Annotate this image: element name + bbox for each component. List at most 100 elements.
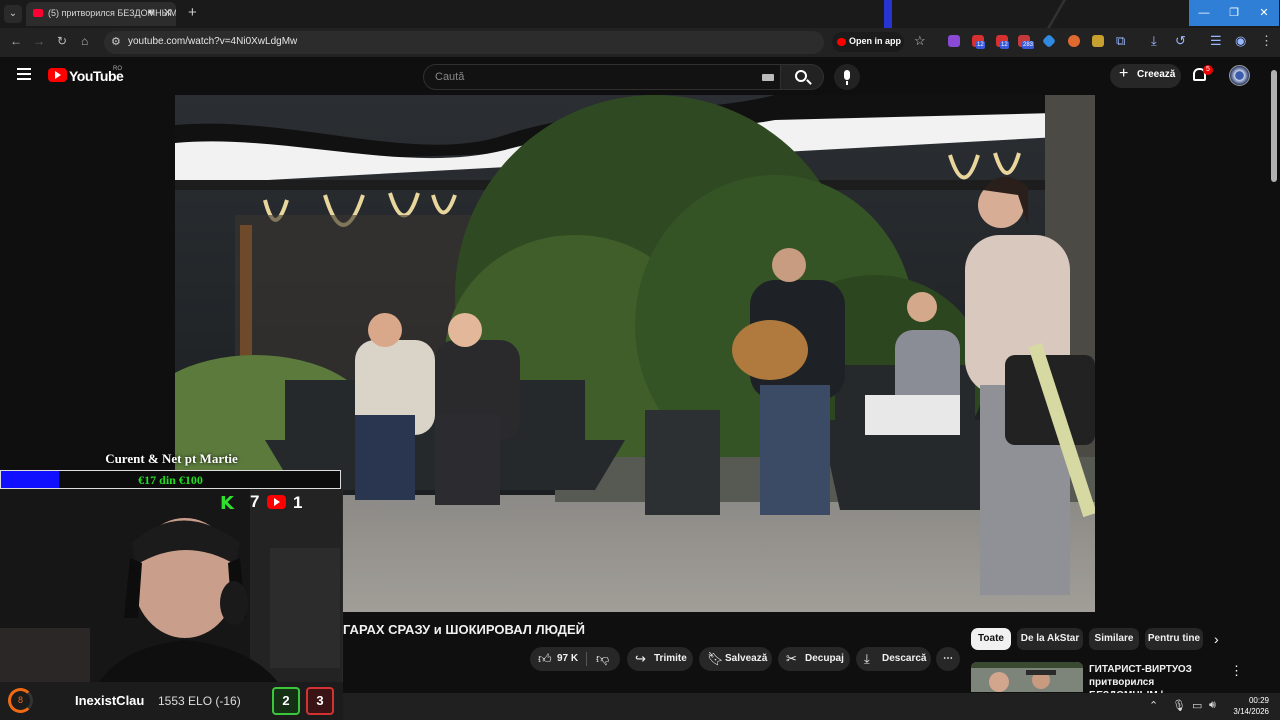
download-label: Descarcă	[882, 653, 927, 664]
extension-red-icon[interactable]: 12	[972, 35, 985, 49]
clock-time: 00:29	[1248, 696, 1269, 705]
share-icon: ↪	[635, 651, 646, 666]
wallpaper-decoration	[1020, 0, 1110, 28]
tab-close-icon[interactable]: ✕	[163, 6, 172, 19]
like-separator	[586, 652, 587, 666]
clock-date: 3/14/2026	[1233, 707, 1269, 716]
tray-chevron-icon[interactable]: ⌃	[1149, 699, 1158, 712]
taskbar: ⌃ 🎙︎ ▭ 🔊︎ 00:29 3/14/2026	[343, 693, 1280, 720]
address-bar[interactable]: ⚙ youtube.com/watch?v=4Ni0XwLdgMw	[104, 31, 824, 54]
downloads-icon[interactable]: ⤓	[1151, 33, 1157, 49]
history-icon[interactable]: ↺	[1175, 33, 1186, 49]
like-count[interactable]: 97 K	[557, 647, 578, 671]
youtube-header: YouTube RO Caută + Creează 5	[0, 57, 1268, 95]
save-button[interactable]: 🔖︎ Salvează	[699, 647, 772, 671]
chip-similar[interactable]: Similare	[1089, 628, 1139, 650]
kick-viewer-count: 7	[250, 492, 260, 511]
save-label: Salvează	[725, 653, 768, 664]
recommendation-menu-icon[interactable]: ⋮	[1230, 663, 1243, 679]
forward-icon[interactable]: →	[33, 34, 45, 48]
recommendation-thumbnail[interactable]	[971, 662, 1083, 692]
chess-elo-bar: 8 InexistClau 1553 ELO (-16) 2 3	[0, 682, 343, 720]
create-label: Creează	[1137, 69, 1176, 80]
search-placeholder: Caută	[435, 71, 465, 83]
thumbnail-image	[971, 662, 1083, 692]
extension-fox-icon[interactable]	[1068, 35, 1080, 47]
donation-goal-title: Curent & Net pt Martie	[105, 451, 238, 466]
download-button[interactable]: ⤓ Descarcă	[856, 647, 931, 671]
losses-count: 3	[306, 687, 334, 715]
browser-tab[interactable]: (5) притворился БЕЗДОМНЫМ 🔊︎ ✕	[26, 2, 176, 26]
clock[interactable]: 00:29 3/14/2026	[1229, 695, 1269, 717]
tab-search-icon[interactable]: ⌄	[4, 5, 22, 23]
share-label: Trimite	[654, 653, 687, 664]
like-icon[interactable]: 👍︎	[538, 647, 552, 671]
home-icon[interactable]: ⌂	[81, 34, 88, 48]
scissors-icon: ✂	[786, 651, 797, 666]
search-input[interactable]: Caută	[423, 64, 781, 90]
dislike-icon[interactable]: 👎︎	[596, 647, 609, 671]
download-icon: ⤓	[864, 651, 870, 666]
browser-toolbar: ← → ↻ ⌂ ⚙ youtube.com/watch?v=4Ni0XwLdgM…	[0, 28, 1280, 57]
extension-yellow-icon[interactable]	[1092, 35, 1104, 47]
minimize-button[interactable]: —	[1189, 0, 1219, 26]
extension-counter-icon[interactable]: 283	[1018, 35, 1035, 49]
voice-search-icon[interactable]	[834, 64, 860, 90]
tab-audio-icon[interactable]: 🔊︎	[148, 7, 154, 18]
menu-icon[interactable]	[17, 68, 31, 80]
wallpaper-glow	[884, 0, 892, 28]
browser-menu-icon[interactable]: ⋮	[1260, 33, 1273, 49]
create-button[interactable]: + Creează	[1110, 64, 1181, 88]
notification-badge: 5	[1203, 65, 1213, 75]
player-elo: 1553 ELO (-16)	[158, 694, 241, 708]
profile-icon[interactable]: ◉	[1235, 33, 1246, 49]
youtube-favicon-icon	[33, 9, 43, 17]
plus-icon: +	[1119, 65, 1129, 82]
clip-button[interactable]: ✂ Decupaj	[778, 647, 850, 671]
share-button[interactable]: ↪ Trimite	[627, 647, 693, 671]
account-avatar[interactable]	[1229, 65, 1250, 86]
reload-icon[interactable]: ↻	[57, 34, 67, 48]
bookmark-star-icon[interactable]: ☆	[914, 33, 926, 49]
url-text: youtube.com/watch?v=4Ni0XwLdgMw	[128, 36, 298, 47]
reading-list-icon[interactable]: ☰	[1210, 33, 1222, 49]
extensions-puzzle-icon[interactable]: ⧉	[1116, 33, 1125, 49]
country-code: RO	[113, 66, 122, 72]
chevron-right-icon[interactable]: ›	[1214, 631, 1219, 647]
close-window-button[interactable]: ✕	[1249, 0, 1279, 26]
open-in-app-button[interactable]: Open in app	[832, 32, 904, 52]
search-button[interactable]	[781, 64, 824, 90]
more-actions-button[interactable]: ⋯	[936, 647, 960, 671]
network-icon[interactable]: ▭	[1192, 699, 1202, 712]
level-badge: 8	[8, 688, 33, 713]
volume-icon[interactable]: 🔊︎	[1209, 699, 1216, 712]
scrollbar-thumb[interactable]	[1271, 70, 1277, 182]
tab-title: (5) притворился БЕЗДОМНЫМ	[48, 8, 176, 18]
clip-label: Decupaj	[805, 653, 844, 664]
bookmark-icon: 🔖︎	[707, 651, 724, 666]
back-icon[interactable]: ←	[10, 34, 22, 48]
extension-feather-icon[interactable]	[948, 35, 960, 47]
microphone-icon[interactable]: 🎙︎	[1172, 699, 1186, 712]
youtube-app-icon	[837, 38, 846, 46]
youtube-viewer-count: 1	[293, 493, 303, 512]
chip-from-channel[interactable]: De la AkStar	[1017, 628, 1083, 650]
site-info-icon[interactable]: ⚙	[111, 35, 121, 48]
player-username: InexistClau	[75, 693, 145, 708]
new-tab-button[interactable]: +	[188, 4, 197, 21]
keyboard-icon[interactable]	[762, 74, 774, 81]
kick-logo-icon: K	[220, 493, 234, 514]
youtube-logo-icon[interactable]	[48, 68, 67, 82]
youtube-logo-icon	[267, 495, 286, 509]
restore-button[interactable]: ❐	[1219, 0, 1249, 26]
wins-count: 2	[272, 687, 300, 715]
like-dislike-group: 👍︎ 97 K 👎︎	[530, 647, 620, 671]
donation-goal-bar: €17 din €100	[0, 470, 341, 489]
extension-diamond-icon[interactable]	[1041, 33, 1057, 49]
extension-red2-icon[interactable]: 12	[996, 35, 1009, 49]
chip-for-you[interactable]: Pentru tine	[1145, 628, 1203, 650]
video-title: ГАРАХ СРАЗУ и ШОКИРОВАЛ ЛЮДЕЙ	[343, 622, 585, 637]
chip-all[interactable]: Toate	[971, 628, 1011, 650]
donation-goal-text: €17 din €100	[138, 473, 203, 487]
search-icon	[795, 70, 807, 82]
